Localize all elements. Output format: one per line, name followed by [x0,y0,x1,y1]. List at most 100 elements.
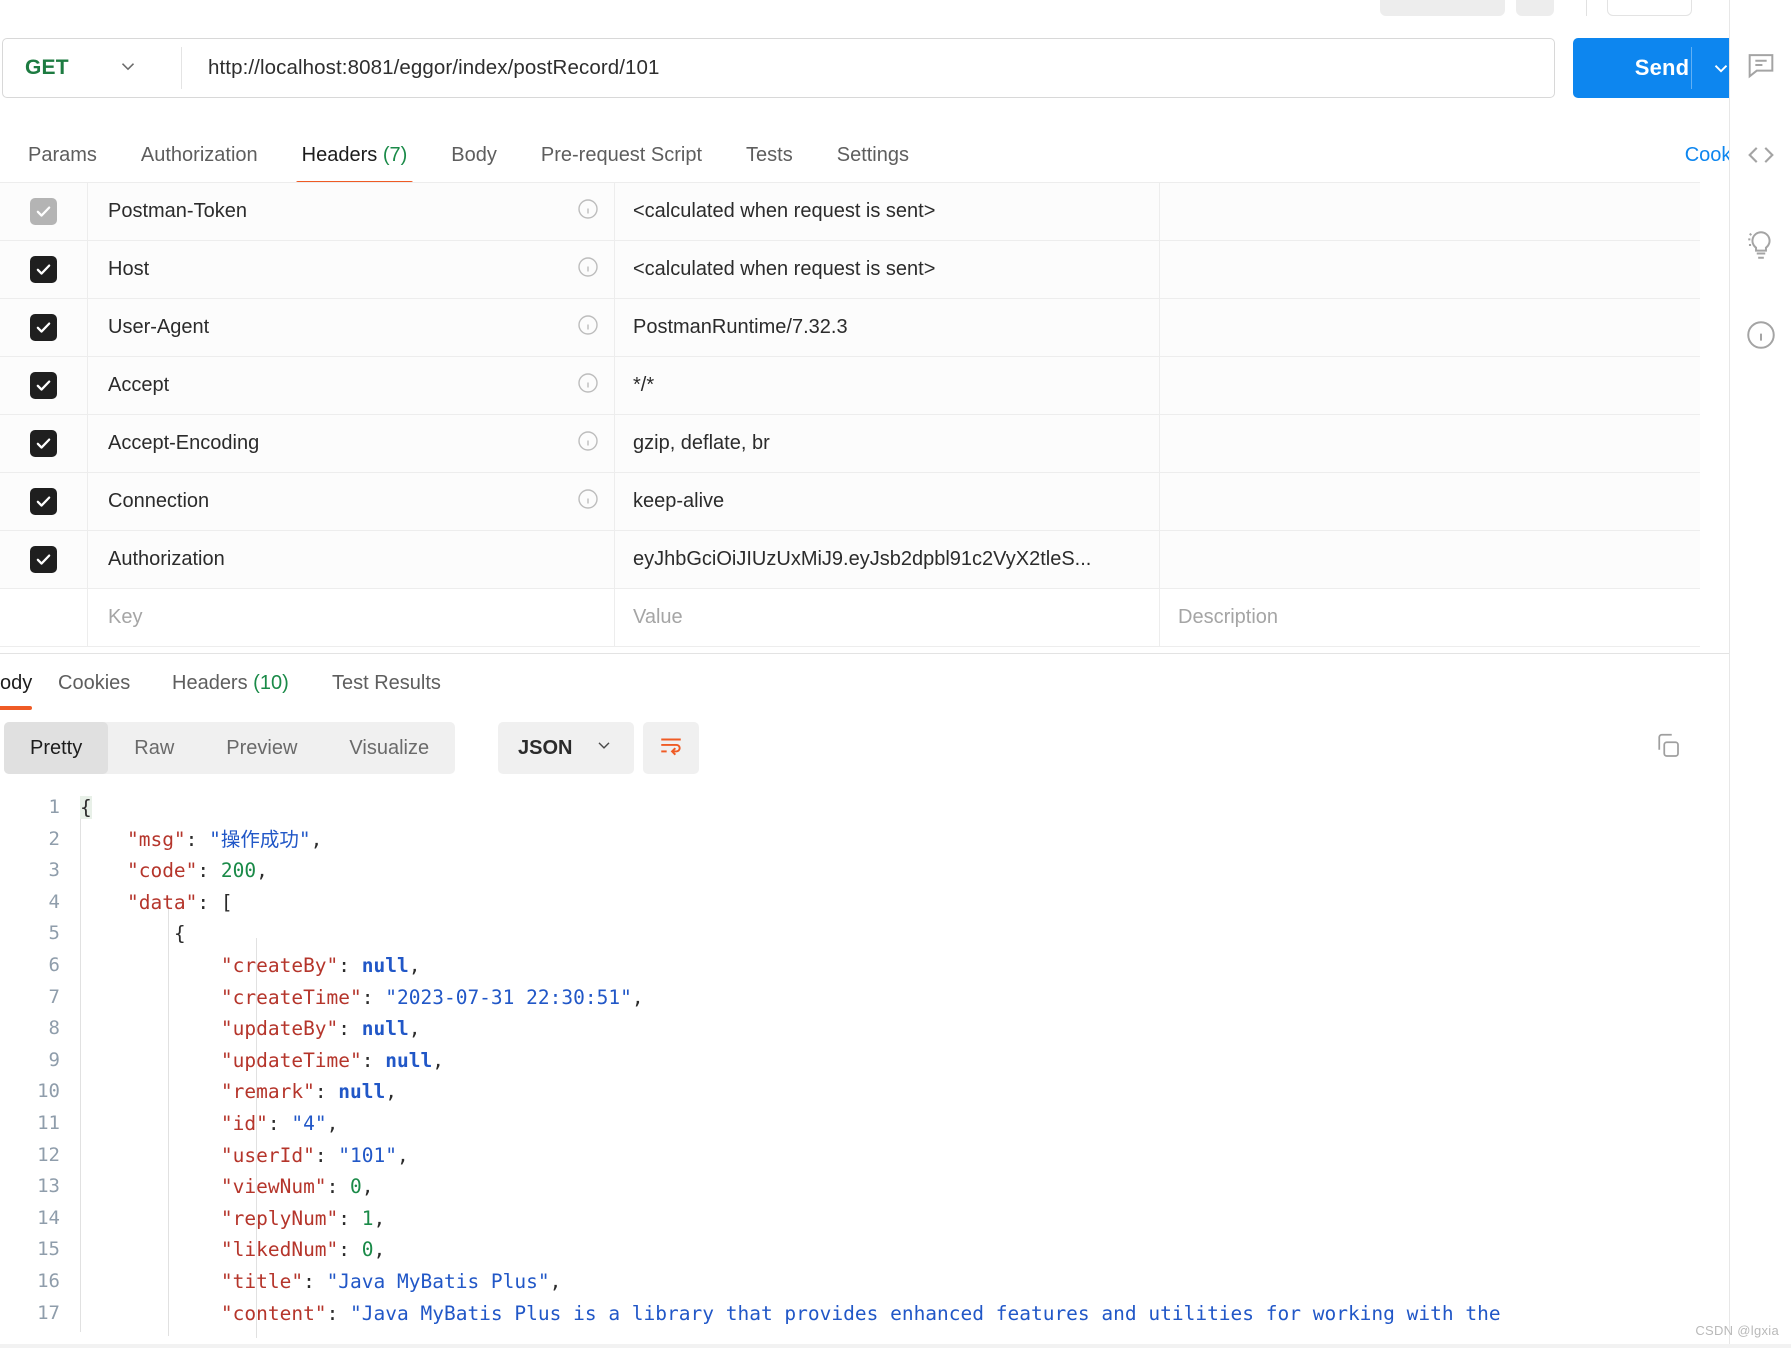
code-token: 0 [350,1175,362,1199]
code-icon[interactable] [1744,138,1778,172]
view-mode-raw[interactable]: Raw [108,722,200,774]
response-tab-test-results[interactable]: Test Results [332,660,441,706]
header-value-cell[interactable]: PostmanRuntime/7.32.3 [615,299,1160,356]
tab-authorization[interactable]: Authorization [119,133,280,177]
header-key-cell[interactable]: Host [88,241,615,298]
header-description-cell[interactable] [1160,241,1700,298]
header-value-cell[interactable]: gzip, deflate, br [615,415,1160,472]
header-description-cell[interactable] [1160,299,1700,356]
header-value-cell[interactable]: */* [615,357,1160,414]
table-row[interactable]: User-Agent PostmanRuntime/7.32.3 [0,299,1700,357]
info-icon[interactable] [576,197,600,226]
info-icon[interactable] [576,429,600,458]
empty-value-cell[interactable]: Value [615,589,1160,646]
code-line: "viewNum": 0, [80,1171,1791,1203]
table-row-empty[interactable]: Key Value Description [0,589,1700,647]
header-key-cell[interactable]: Authorization [88,531,615,588]
header-enabled-checkbox[interactable] [30,372,57,399]
header-key-cell[interactable]: Accept [88,357,615,414]
header-value-text: keep-alive [633,490,725,512]
table-row[interactable]: Connection keep-alive [0,473,1700,531]
header-checkbox-cell[interactable] [0,415,88,472]
code-token: , [310,827,323,851]
header-value-cell[interactable]: <calculated when request is sent> [615,241,1160,298]
header-enabled-checkbox[interactable] [30,546,57,573]
header-key-cell[interactable]: Connection [88,473,615,530]
code-token: , [397,1143,409,1167]
code-token: null [361,1017,409,1041]
method-selector[interactable]: GET [3,39,181,97]
header-key-cell[interactable]: Accept-Encoding [88,415,615,472]
top-pill-a[interactable] [1380,0,1505,16]
code-token: , [549,1269,562,1293]
code-line: "code": 200, [80,855,1791,887]
header-checkbox-cell[interactable] [0,473,88,530]
header-description-cell[interactable] [1160,415,1700,472]
word-wrap-button[interactable] [643,722,699,774]
table-row[interactable]: Accept */* [0,357,1700,415]
header-value-cell[interactable]: keep-alive [615,473,1160,530]
line-number: 2 [48,827,60,850]
tab-params[interactable]: Params [6,133,119,177]
table-row[interactable]: Accept-Encoding gzip, deflate, br [0,415,1700,473]
header-enabled-checkbox[interactable] [30,430,57,457]
key-placeholder: Key [108,606,143,628]
info-icon[interactable] [576,371,600,400]
header-description-cell[interactable] [1160,473,1700,530]
info-icon[interactable] [576,313,600,342]
format-selector[interactable]: JSON [498,722,635,774]
code-token: , [631,985,644,1009]
tab-body[interactable]: Body [429,133,519,177]
info-icon[interactable] [1744,318,1778,352]
info-icon[interactable] [576,487,600,516]
header-enabled-checkbox[interactable] [30,314,57,341]
header-enabled-checkbox[interactable] [30,488,57,515]
code-token: : [338,1238,362,1262]
header-checkbox-cell[interactable] [0,531,88,588]
table-row[interactable]: Host <calculated when request is sent> [0,241,1700,299]
empty-description-cell[interactable]: Description [1160,589,1700,646]
response-body-code[interactable]: 1 2 3 4 5 6 7 8 9 10 11 12 13 14 15 16 17 { "msg": "操作成功… [0,786,1791,1348]
header-key-cell[interactable]: Postman-Token [88,183,615,240]
info-icon[interactable] [576,255,600,284]
table-row[interactable]: Authorization eyJhbGciOiJIUzUxMiJ9.eyJsb2… [0,531,1700,589]
copy-icon[interactable] [1653,731,1683,766]
top-pill-b[interactable] [1516,0,1554,16]
top-pill-c[interactable] [1607,0,1692,16]
line-number: 11 [37,1111,60,1134]
header-key-cell[interactable]: User-Agent [88,299,615,356]
response-tab-cookies[interactable]: Cookies [58,660,130,706]
line-number: 10 [37,1080,60,1103]
header-description-cell[interactable] [1160,531,1700,588]
tab-settings[interactable]: Settings [815,133,931,177]
header-enabled-checkbox[interactable] [30,256,57,283]
tab-headers[interactable]: Headers (7) [280,133,430,185]
header-value-text: <calculated when request is sent> [633,200,936,222]
empty-key-cell[interactable]: Key [88,589,615,646]
lightbulb-icon[interactable] [1744,228,1778,262]
tab-pre-request-script[interactable]: Pre-request Script [519,133,724,177]
tab-tests[interactable]: Tests [724,133,815,177]
view-mode-visualize-label: Visualize [349,736,430,759]
url-input[interactable] [182,39,1554,97]
table-row[interactable]: Postman-Token <calculated when request is… [0,183,1700,241]
code-token: "msg" [126,827,186,851]
view-mode-visualize[interactable]: Visualize [323,722,455,774]
view-mode-preview[interactable]: Preview [200,722,323,774]
comment-icon[interactable] [1744,48,1778,82]
header-enabled-checkbox[interactable] [30,198,57,225]
header-value-cell[interactable]: <calculated when request is sent> [615,183,1160,240]
header-description-cell[interactable] [1160,357,1700,414]
response-tab-headers[interactable]: Headers (10) [172,660,289,706]
header-value-cell[interactable]: eyJhbGciOiJIUzUxMiJ9.eyJsb2dpbl91c2VyX2t… [615,531,1160,588]
send-button[interactable]: Send [1573,38,1751,98]
response-tab-body[interactable]: ody [0,660,33,710]
view-mode-pretty[interactable]: Pretty [4,722,109,774]
code-token: "data" [126,890,198,914]
header-checkbox-cell[interactable] [0,183,88,240]
header-checkbox-cell[interactable] [0,241,88,298]
header-checkbox-cell[interactable] [0,357,88,414]
response-tab-body-label: ody [0,672,33,694]
header-checkbox-cell[interactable] [0,299,88,356]
header-description-cell[interactable] [1160,183,1700,240]
